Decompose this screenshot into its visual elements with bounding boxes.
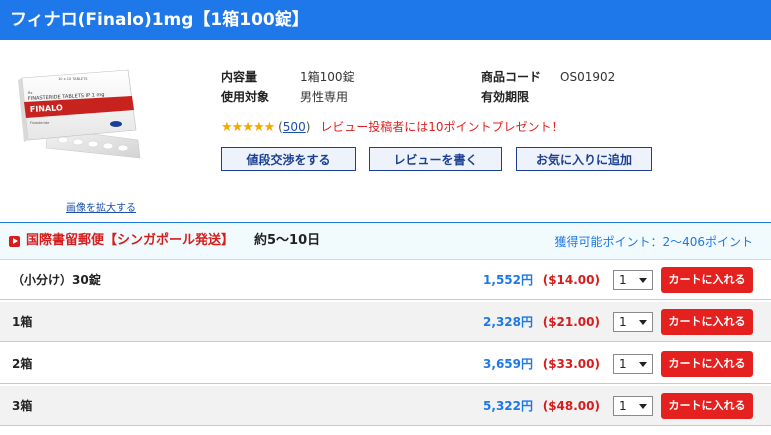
option-row: 1箱 2,328円 ($21.00) 1 カートに入れる [0,302,771,342]
quantity-select[interactable]: 1 [613,270,653,290]
review-count-link[interactable]: 500 [283,120,306,134]
option-row: 2箱 3,659円 ($33.00) 1 カートに入れる [0,344,771,384]
option-label: 1箱 [12,315,33,329]
review-count-close-paren: ) [305,120,311,134]
quantity-select[interactable]: 1 [613,354,653,374]
product-package-illustration: 10 x 10 TABLETS Rx FINASTERIDE TABLETS I… [18,69,141,159]
dropdown-arrow-icon [639,362,647,367]
package-sub-text: Finasteride [30,121,49,125]
target-value: 男性専用 [300,90,349,104]
price-usd: ($14.00) [542,273,600,287]
review-promo-text: レビュー投稿者には10ポイントプレゼント！ [320,120,564,134]
add-to-cart-button[interactable]: カートに入れる [661,309,753,335]
package-count-text: 10 x 10 TABLETS [58,77,88,81]
add-to-cart-button[interactable]: カートに入れる [661,393,753,419]
option-row: 3箱 5,322円 ($48.00) 1 カートに入れる [0,386,771,426]
option-label: 3箱 [12,399,33,413]
package-rx-text: Rx [28,91,33,95]
play-arrow-icon [9,236,20,247]
option-label: 2箱 [12,357,33,371]
add-to-cart-button[interactable]: カートに入れる [661,351,753,377]
content-label: 内容量 [221,70,258,84]
product-image[interactable]: 10 x 10 TABLETS Rx FINASTERIDE TABLETS I… [8,66,148,166]
product-title-bar: フィナロ(Finalo)1mg【1箱100錠】 [0,0,771,40]
price-jpy: 3,659円 [483,357,533,371]
product-title: フィナロ(Finalo)1mg【1箱100錠】 [10,10,309,30]
quantity-value: 1 [619,315,627,329]
dropdown-arrow-icon [639,404,647,409]
price-jpy: 5,322円 [483,399,533,413]
negotiate-price-button[interactable]: 値段交渉をする [221,147,356,171]
content-value: 1箱100錠 [300,70,355,84]
earnable-points: 獲得可能ポイント：2～406ポイント [554,235,753,249]
write-review-button[interactable]: レビューを書く [369,147,502,171]
price-jpy: 1,552円 [483,273,533,287]
dropdown-arrow-icon [639,320,647,325]
price-jpy: 2,328円 [483,315,533,329]
shipping-header: 国際書留郵便【シンガポール発送】 約5～10日 獲得可能ポイント：2～406ポイ… [0,222,771,260]
rating-stars-icon: ★★★★★ [221,120,275,135]
rating-row: ★★★★★ (500) レビュー投稿者には10ポイントプレゼント！ [221,118,564,136]
price-usd: ($48.00) [542,399,600,413]
quantity-value: 1 [619,273,627,287]
option-label: （小分け）30錠 [12,273,101,287]
expiry-label: 有効期限 [481,90,530,104]
price-usd: ($21.00) [542,315,600,329]
shipping-method: 国際書留郵便【シンガポール発送】 [26,233,235,248]
quantity-select[interactable]: 1 [613,312,653,332]
shipping-days: 約5～10日 [254,233,321,248]
add-to-favorites-button[interactable]: お気に入りに追加 [516,147,652,171]
product-code-value: OS01902 [560,70,616,84]
product-code-label: 商品コード [481,70,542,84]
add-to-cart-button[interactable]: カートに入れる [661,267,753,293]
package-brand-text: FINALO [30,103,64,114]
option-row: （小分け）30錠 1,552円 ($14.00) 1 カートに入れる [0,260,771,300]
dropdown-arrow-icon [639,278,647,283]
quantity-value: 1 [619,357,627,371]
price-usd: ($33.00) [542,357,600,371]
quantity-value: 1 [619,399,627,413]
quantity-select[interactable]: 1 [613,396,653,416]
enlarge-image-link[interactable]: 画像を拡大する [66,199,136,214]
target-label: 使用対象 [221,90,270,104]
